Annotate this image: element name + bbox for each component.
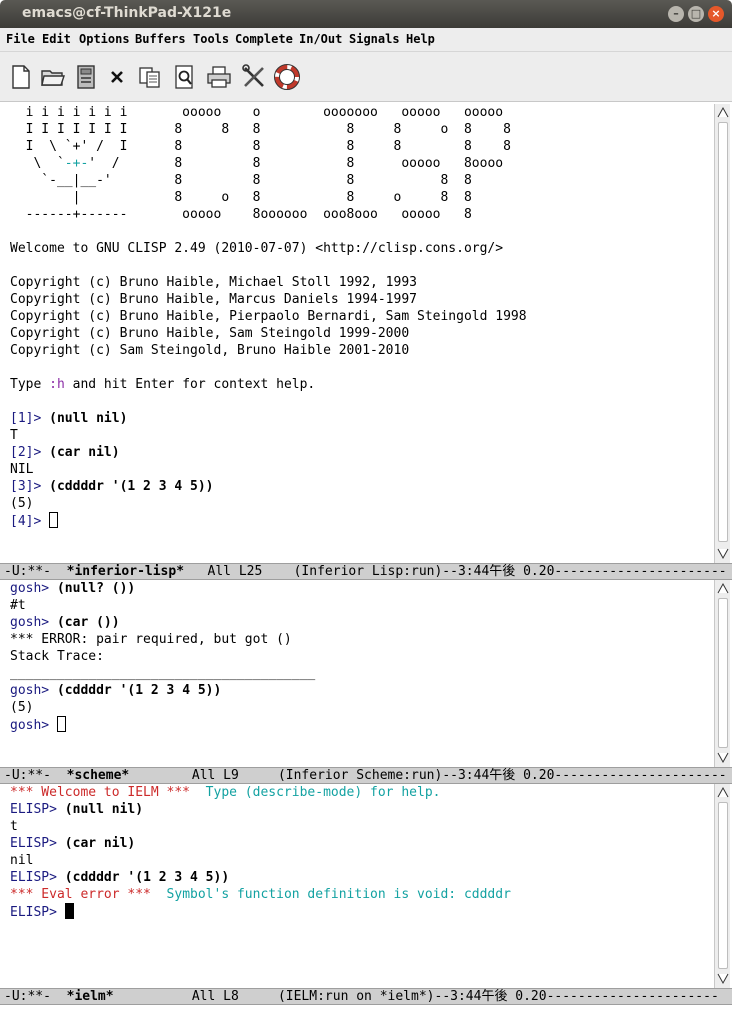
repl-input: ELISP> (null nil) — [10, 802, 144, 817]
repl-input: ELISP> (car nil) — [10, 836, 136, 851]
repl-output: t — [10, 819, 18, 834]
scroll-up-icon[interactable] — [716, 786, 730, 800]
preferences-icon[interactable] — [241, 63, 267, 91]
repl-output: (5) — [10, 700, 34, 715]
close-window-button[interactable]: × — [708, 6, 724, 22]
ielm-welcome: *** Welcome to IELM *** Type (describe-m… — [10, 785, 441, 800]
repl-current-prompt[interactable]: gosh> — [10, 716, 66, 733]
separator-line: _______________________________________ — [10, 666, 316, 681]
scrollbar[interactable] — [714, 784, 730, 988]
maximize-button[interactable]: □ — [688, 6, 704, 22]
repl-input: [2]> (car nil) — [10, 445, 120, 460]
clisp-banner-line: | 8 o 8 8 o 8 8 — [10, 190, 472, 205]
help-hint: Type :h and hit Enter for context help. — [10, 377, 316, 392]
window-title: emacs@cf-ThinkPad-X121e — [22, 5, 232, 21]
menu-edit[interactable]: Edit — [42, 32, 71, 46]
repl-input: gosh> (car ()) — [10, 615, 120, 630]
copyright-line: Copyright (c) Bruno Haible, Michael Stol… — [10, 275, 417, 290]
menu-complete[interactable]: Complete — [235, 32, 293, 46]
scheme-window[interactable]: gosh> (null? ()) #t gosh> (car ()) *** E… — [0, 580, 732, 767]
mode-line-ielm[interactable]: -U:**- *ielm* All L8 (IELM:run on *ielm*… — [0, 988, 732, 1005]
text-cursor — [64, 903, 74, 919]
stack-trace-label: Stack Trace: — [10, 649, 104, 664]
window-titlebar: emacs@cf-ThinkPad-X121e – □ × — [0, 0, 732, 28]
minibuffer[interactable] — [0, 1005, 732, 1025]
banner-part: I \ `+' / I 8 8 8 8 8 8 — [10, 139, 511, 154]
scroll-down-icon[interactable] — [716, 971, 730, 985]
clisp-welcome: Welcome to GNU CLISP 2.49 (2010-07-07) <… — [10, 241, 504, 256]
repl-output: nil — [10, 853, 34, 868]
copyright-line: Copyright (c) Bruno Haible, Pierpaolo Be… — [10, 309, 527, 324]
repl-output: T — [10, 428, 18, 443]
clisp-banner-line: i i i i i i i ooooo o ooooooo ooooo oooo… — [10, 105, 504, 120]
scrollbar[interactable] — [714, 104, 730, 563]
help-lifebuoy-icon[interactable] — [274, 63, 300, 91]
scroll-up-icon[interactable] — [716, 106, 730, 120]
clisp-banner-line: ------+------ ooooo 8oooooo ooo8ooo oooo… — [10, 207, 472, 222]
toolbar — [0, 52, 732, 102]
repl-current-prompt[interactable]: ELISP> — [10, 903, 74, 920]
copyright-line: Copyright (c) Sam Steingold, Bruno Haibl… — [10, 343, 410, 358]
menu-signals[interactable]: Signals — [349, 32, 400, 46]
close-buffer-icon[interactable] — [104, 63, 130, 91]
clisp-banner-line: `-__|__-' 8 8 8 8 8 — [10, 173, 472, 188]
clisp-banner-line: \ `-+-' / 8 8 8 ooooo 8oooo — [10, 156, 504, 171]
clisp-banner-line: I I I I I I I 8 8 8 8 8 o 8 8 — [10, 122, 511, 137]
menu-options[interactable]: Options — [79, 32, 130, 46]
repl-input: ELISP> (cddddr '(1 2 3 4 5)) — [10, 870, 230, 885]
text-cursor — [56, 716, 66, 732]
clisp-banner-line: I \ `+' / I 8 8 8 8 8 8 — [10, 138, 511, 155]
text-cursor — [49, 512, 59, 528]
eval-error: *** Eval error *** Symbol's function def… — [10, 887, 511, 902]
buffer-name: *ielm* — [66, 989, 114, 1004]
repl-input: [3]> (cddddr '(1 2 3 4 5)) — [10, 479, 214, 494]
mode-line-scheme[interactable]: -U:**- *scheme* All L9 (Inferior Scheme:… — [0, 767, 732, 784]
repl-output: NIL — [10, 462, 34, 477]
scroll-thumb[interactable] — [718, 122, 728, 542]
buffer-name: *inferior-lisp* — [66, 564, 185, 579]
copy-icon[interactable] — [137, 63, 163, 91]
menu-tools[interactable]: Tools — [193, 32, 229, 46]
menu-in-out[interactable]: In/Out — [299, 32, 342, 46]
menu-file[interactable]: File — [6, 32, 35, 46]
error-message: *** ERROR: pair required, but got () — [10, 632, 292, 647]
save-icon[interactable] — [73, 63, 99, 91]
mode-line-inferior-lisp[interactable]: -U:**- *inferior-lisp* All L25 (Inferior… — [0, 563, 732, 580]
scroll-up-icon[interactable] — [716, 582, 730, 596]
scroll-down-icon[interactable] — [716, 546, 730, 560]
ielm-window[interactable]: *** Welcome to IELM *** Type (describe-m… — [0, 784, 732, 988]
repl-current-prompt[interactable]: [4]> — [10, 512, 59, 529]
scroll-thumb[interactable] — [718, 802, 728, 969]
repl-output: (5) — [10, 496, 34, 511]
scroll-thumb[interactable] — [718, 598, 728, 748]
menu-bar: File Edit Options Buffers Tools Complete… — [0, 28, 732, 52]
repl-input: [1]> (null nil) — [10, 411, 128, 426]
print-icon[interactable] — [206, 63, 232, 91]
open-folder-icon[interactable] — [40, 63, 66, 91]
find-icon[interactable] — [172, 63, 198, 91]
repl-output: #t — [10, 598, 26, 613]
repl-input: gosh> (cddddr '(1 2 3 4 5)) — [10, 683, 222, 698]
scrollbar[interactable] — [714, 580, 730, 767]
repl-input: gosh> (null? ()) — [10, 581, 136, 596]
copyright-line: Copyright (c) Bruno Haible, Sam Steingol… — [10, 326, 410, 341]
inferior-lisp-window[interactable]: i i i i i i i ooooo o ooooooo ooooo oooo… — [0, 104, 732, 563]
scroll-down-icon[interactable] — [716, 750, 730, 764]
buffer-name: *scheme* — [66, 768, 130, 783]
menu-help[interactable]: Help — [406, 32, 435, 46]
menu-buffers[interactable]: Buffers — [135, 32, 186, 46]
new-file-icon[interactable] — [8, 63, 34, 91]
minimize-button[interactable]: – — [668, 6, 684, 22]
copyright-line: Copyright (c) Bruno Haible, Marcus Danie… — [10, 292, 417, 307]
